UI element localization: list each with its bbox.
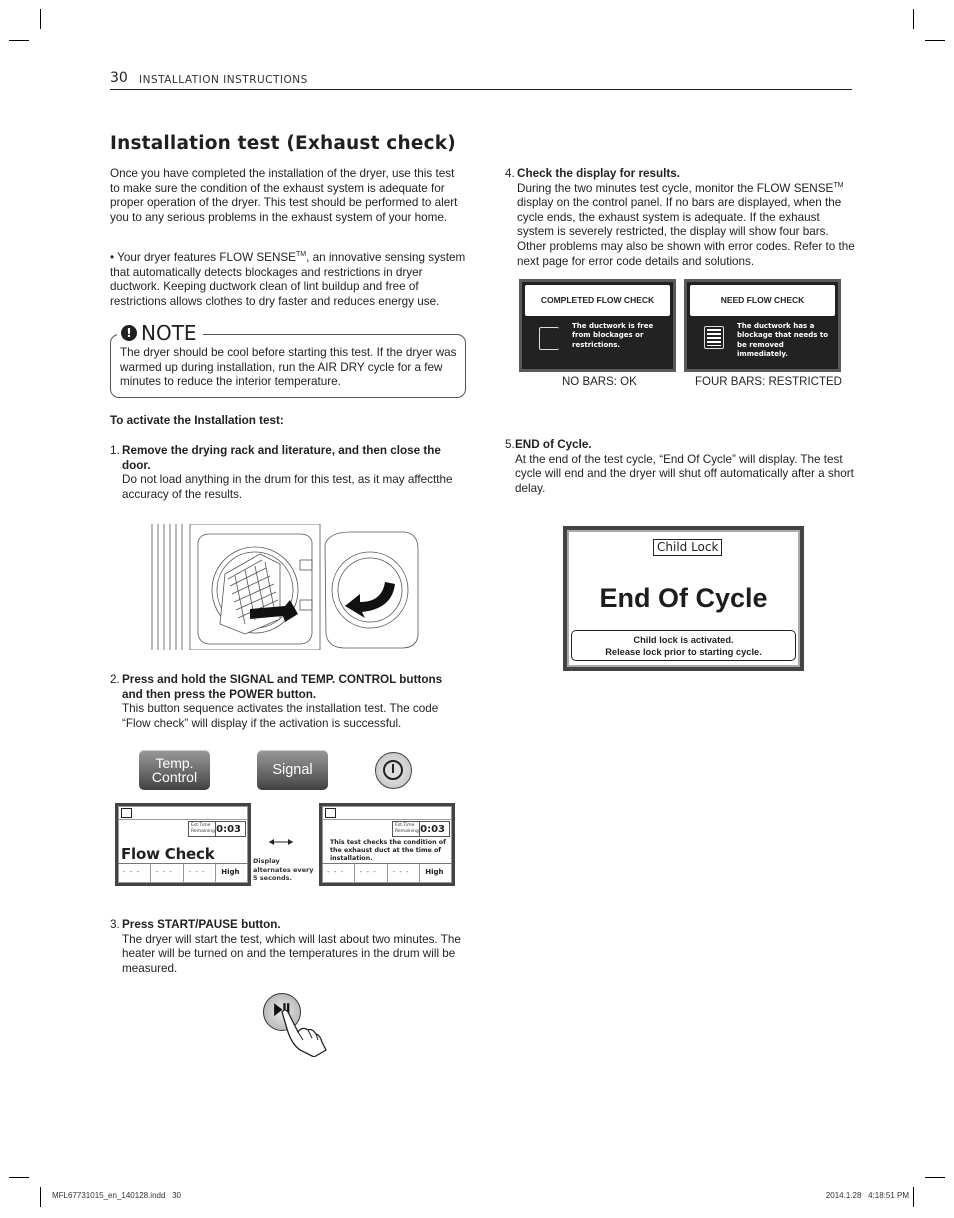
signal-button[interactable]: Signal (257, 750, 328, 790)
crop-mark (40, 9, 41, 29)
step-2: 2. Press and hold the SIGNAL and TEMP. C… (110, 673, 466, 733)
step-text: During the two minutes test cycle, monit… (517, 182, 857, 270)
step-number: 4. (505, 167, 515, 180)
page-header: 30 INSTALLATION INSTRUCTIONS (110, 70, 852, 90)
page-number: 30 (110, 70, 128, 86)
note-title: NOTE (141, 321, 197, 345)
step-number: 3. (110, 918, 120, 931)
lcd-cell: High (425, 868, 444, 876)
pointing-hand-icon (281, 1009, 327, 1057)
time-value: 0:03 (420, 824, 445, 835)
power-button[interactable] (375, 752, 412, 789)
step-heading: Remove the drying rack and literature, a… (122, 444, 441, 472)
message-line: Child lock is activated. (633, 635, 734, 645)
button-label: Control (151, 769, 198, 785)
four-bars-icon (704, 326, 724, 349)
step-text: At the end of the test cycle, “End Of Cy… (515, 452, 854, 495)
dryer-open-door-illustration (151, 524, 419, 650)
lcd-cell: - - - (355, 864, 388, 883)
button-label: Temp. (155, 755, 194, 771)
lcd-main-text: Flow Check (121, 845, 215, 863)
step-number: 1. (110, 444, 120, 457)
flow-result-header: NEED FLOW CHECK (690, 285, 835, 316)
intro-paragraph: Once you have completed the installation… (110, 167, 458, 224)
lcd-cell: - - - (388, 864, 421, 883)
step-number: 5. (505, 438, 515, 451)
alternate-note: Display alternates every 5 seconds. (253, 857, 314, 882)
bullet-text: • Your dryer features FLOW SENSE (110, 251, 296, 264)
lcd-flow-description: Est.Time Remaining 0:03 This test checks… (319, 803, 455, 886)
lcd-cell: - - - (322, 864, 355, 883)
time-label: Est.Time Remaining (191, 823, 215, 834)
step-heading: Check the display for results. (517, 167, 681, 180)
indicator-square (121, 808, 132, 818)
crop-mark (925, 40, 945, 41)
crop-mark (40, 1187, 41, 1207)
flow-result-message: The ductwork is free from blockages or r… (572, 322, 654, 349)
double-arrow-icon (269, 839, 293, 845)
lcd-main-text: This test checks the condition of the ex… (330, 839, 446, 862)
step-text: This button sequence activates the insta… (122, 702, 439, 730)
step-text-part: During the two minutes test cycle, monit… (517, 181, 834, 195)
step-text-part: display on the control panel. If no bars… (517, 196, 855, 268)
trademark: TM (833, 181, 844, 189)
note-text: The dryer should be cool before starting… (120, 346, 457, 389)
step-text: Do not load anything in the drum for thi… (122, 473, 453, 501)
lcd-flow-check: Est.Time Remaining 0:03 Flow Check - - -… (115, 803, 251, 886)
empty-bars-icon (539, 327, 559, 350)
footer-timestamp: 2014.1.28 4:18:51 PM (825, 1191, 909, 1200)
flow-result-caption: FOUR BARS: RESTRICTED (695, 376, 842, 388)
trademark: TM (295, 251, 307, 258)
step-number: 2. (110, 673, 120, 686)
time-label: Est.Time Remaining (395, 823, 419, 834)
child-lock-message: Child lock is activated. Release lock pr… (571, 630, 796, 661)
step-heading: END of Cycle. (515, 438, 592, 451)
child-lock-badge: Child Lock (653, 539, 723, 556)
intro-bullet: • Your dryer features FLOW SENSETM, an i… (110, 251, 466, 309)
end-of-cycle-text: End Of Cycle (599, 583, 768, 613)
crop-mark (9, 40, 29, 41)
lcd-cell: - - - (151, 864, 184, 883)
step-heading: Press START/PAUSE button. (122, 918, 281, 931)
page-title: Installation test (Exhaust check) (110, 133, 456, 154)
crop-mark (913, 1187, 914, 1207)
step-text: The dryer will start the test, which wil… (122, 932, 461, 975)
lcd-cell: - - - (184, 864, 217, 883)
power-icon (383, 760, 403, 780)
message-line: Release lock prior to starting cycle. (605, 647, 762, 657)
activate-heading: To activate the Installation test: (110, 414, 284, 427)
flow-result-caption: NO BARS: OK (562, 376, 637, 388)
time-value: 0:03 (216, 824, 241, 835)
footer-filename: MFL67731015_en_140128.indd 30 (52, 1191, 181, 1200)
crop-mark (925, 1177, 945, 1178)
step-5: 5. END of Cycle. At the end of the test … (505, 438, 855, 498)
flow-result-restricted: NEED FLOW CHECK The ductwork has a block… (684, 279, 841, 372)
section-title: INSTALLATION INSTRUCTIONS (139, 74, 308, 86)
flow-result-header: COMPLETED FLOW CHECK (525, 285, 670, 316)
end-of-cycle-display: Child Lock End Of Cycle Child lock is ac… (563, 526, 804, 671)
crop-mark (913, 9, 914, 29)
flow-result-ok: COMPLETED FLOW CHECK The ductwork is fre… (519, 279, 676, 372)
indicator-square (325, 808, 336, 818)
temp-control-button[interactable]: Temp. Control (139, 750, 210, 790)
lcd-cell: - - - (118, 864, 151, 883)
time-remaining: Est.Time Remaining 0:03 (392, 821, 450, 837)
flow-result-message: The ductwork has a blockage that needs t… (737, 322, 829, 358)
step-1: 1. Remove the drying rack and literature… (110, 444, 466, 504)
time-remaining: Est.Time Remaining 0:03 (188, 821, 246, 837)
step-heading: Press and hold the SIGNAL and TEMP. CONT… (122, 673, 443, 701)
lcd-cell: High (221, 868, 240, 876)
crop-mark (9, 1177, 29, 1178)
step-3: 3. Press START/PAUSE button. The dryer w… (110, 918, 466, 978)
exclamation-circle-icon: ! (121, 325, 137, 341)
note-heading: ! NOTE (117, 321, 203, 345)
step-4: 4. Check the display for results. During… (505, 167, 855, 272)
